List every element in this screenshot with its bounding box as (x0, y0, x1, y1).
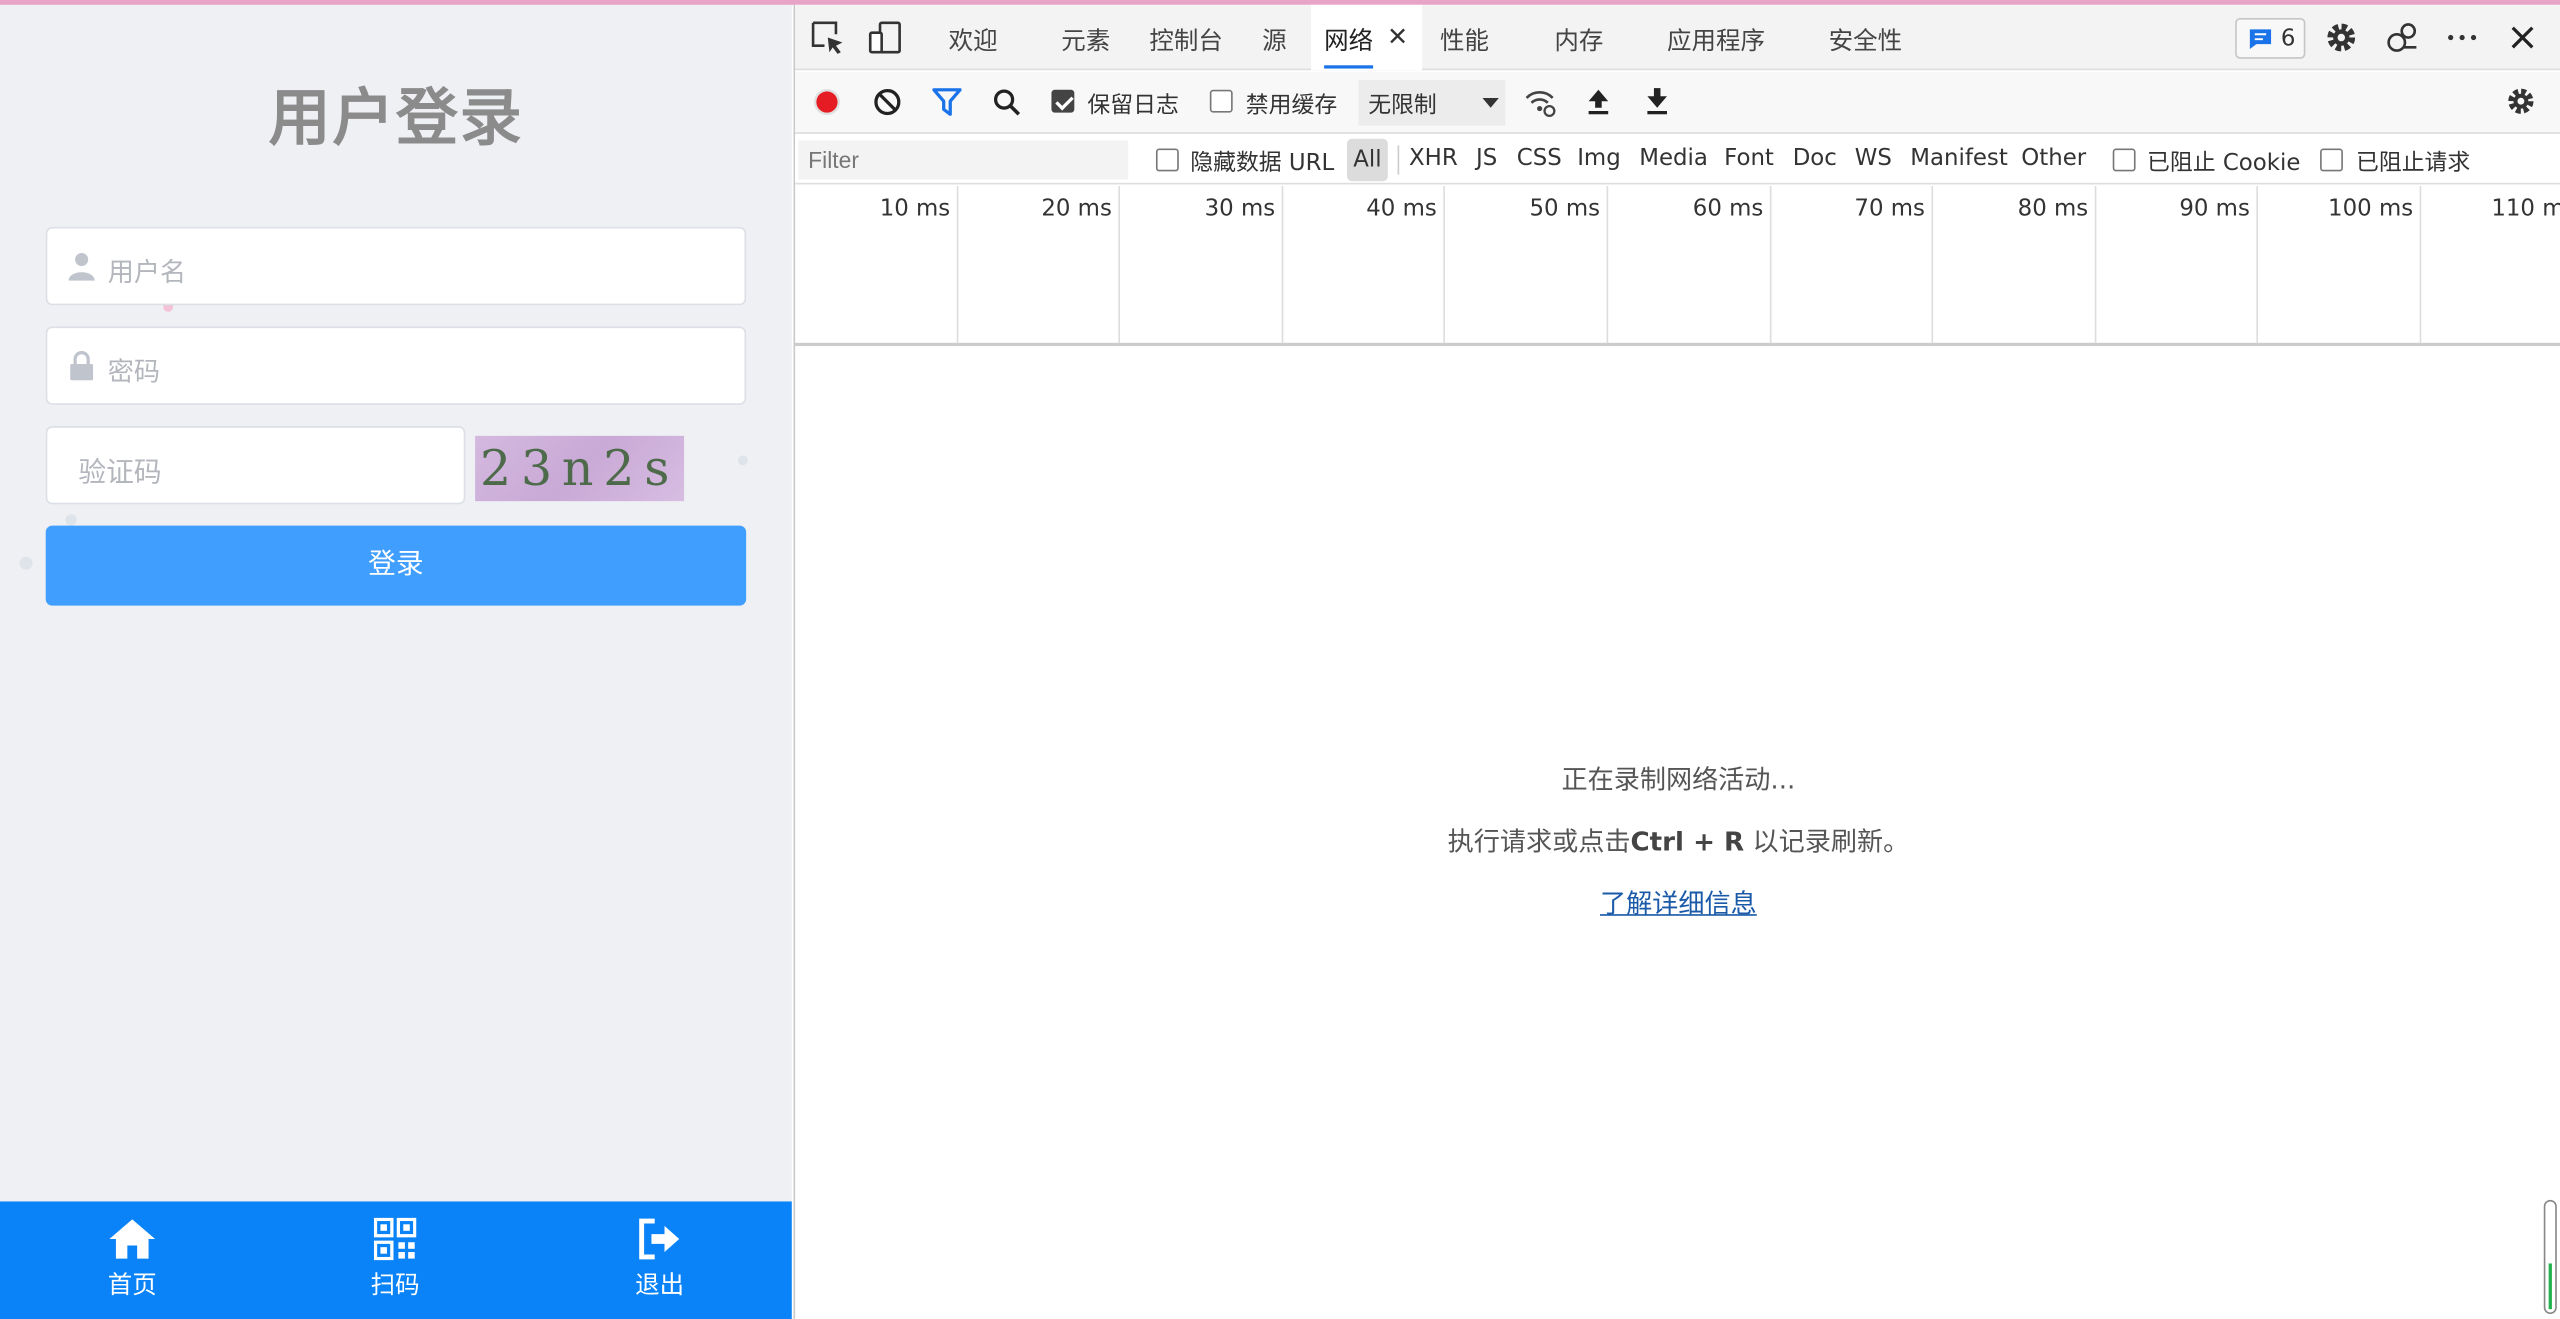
issues-badge[interactable]: 6 (2235, 17, 2306, 59)
logout-icon (639, 1218, 680, 1260)
blocked-cookies-label: 已阻止 Cookie (2147, 150, 2301, 177)
record-icon[interactable] (813, 88, 841, 116)
filter-type-all[interactable]: All (1346, 138, 1388, 182)
clear-icon[interactable] (873, 88, 901, 116)
disable-cache-checkbox[interactable] (1209, 89, 1233, 113)
timeline-tick-label: 110 ms (2491, 195, 2560, 223)
username-placeholder: 用户名 (107, 256, 187, 288)
learn-more-link[interactable]: 了解详细信息 (795, 881, 2560, 920)
filter-type-js[interactable]: JS (1476, 145, 1497, 171)
hide-data-urls-checkbox[interactable] (1155, 148, 1179, 172)
throttling-value: 无限制 (1368, 93, 1437, 120)
preserve-log-checkbox[interactable] (1051, 89, 1075, 113)
search-icon[interactable] (993, 88, 1021, 116)
timeline-tick: 110 ms (795, 186, 2560, 343)
more-options-icon[interactable] (2444, 20, 2480, 56)
customize-icon[interactable] (2384, 20, 2420, 56)
password-placeholder: 密码 (107, 355, 161, 387)
filter-input[interactable] (798, 140, 1129, 180)
password-field[interactable]: 密码 (45, 326, 747, 405)
network-toolbar: 保留日志 禁用缓存 无限制 (795, 71, 2560, 134)
background-dot (65, 514, 77, 526)
devtools-tabbar: 欢迎 元素 控制台 源 网络 性能 内存 应用程序 安全性 6 (795, 4, 2560, 71)
nav-label-home: 首页 (107, 1270, 157, 1300)
tab-memory[interactable]: 内存 (1554, 23, 1603, 57)
export-har-icon[interactable] (1644, 87, 1670, 116)
filter-icon[interactable] (932, 88, 962, 116)
reload-shortcut: Ctrl + R (1630, 825, 1745, 858)
bottom-nav: 首页 扫码 退出 (0, 1201, 792, 1319)
background-dot (737, 455, 748, 466)
recording-empty-state: 正在录制网络活动... 执行请求或点击Ctrl + R 以记录刷新。 了解详细信… (795, 757, 2560, 920)
background-dot (19, 556, 33, 570)
recording-hint: 执行请求或点击Ctrl + R 以记录刷新。 (795, 819, 2560, 858)
hide-data-urls-label: 隐藏数据 URL (1190, 150, 1335, 177)
filter-type-media[interactable]: Media (1639, 145, 1708, 171)
devtools-panel: 欢迎 元素 控制台 源 网络 性能 内存 应用程序 安全性 6 保留日志 禁用缓… (793, 4, 2560, 1319)
inspect-element-icon[interactable] (810, 20, 846, 56)
filter-type-xhr[interactable]: XHR (1409, 145, 1458, 171)
username-field[interactable]: 用户名 (45, 226, 747, 306)
captcha-text: 23n2s (480, 440, 680, 498)
close-devtools-icon[interactable] (2505, 20, 2541, 56)
filter-type-other[interactable]: Other (2021, 145, 2086, 171)
active-tab-indicator (1324, 65, 1374, 69)
qrcode-icon (373, 1217, 417, 1261)
filter-type-font[interactable]: Font (1724, 145, 1774, 171)
chevron-down-icon (1482, 97, 1499, 108)
captcha-image[interactable]: 23n2s (475, 435, 685, 502)
recording-message: 正在录制网络活动... (1561, 763, 1796, 795)
tab-application[interactable]: 应用程序 (1667, 23, 1765, 57)
tab-console[interactable]: 控制台 (1149, 23, 1222, 57)
captcha-placeholder: 验证码 (78, 457, 162, 490)
disable-cache-label: 禁用缓存 (1245, 93, 1338, 120)
nav-label-logout: 退出 (635, 1270, 685, 1300)
tab-performance[interactable]: 性能 (1440, 23, 1489, 57)
nav-item-home[interactable]: 首页 (51, 1218, 214, 1309)
nav-item-scan[interactable]: 扫码 (313, 1217, 476, 1309)
nav-label-scan: 扫码 (370, 1270, 420, 1300)
captcha-input[interactable]: 验证码 (45, 426, 466, 505)
close-tab-icon[interactable] (1389, 28, 1405, 44)
filter-separator (1397, 145, 1400, 175)
network-conditions-icon[interactable] (1523, 85, 1556, 118)
nav-item-logout[interactable]: 退出 (578, 1218, 741, 1309)
settings-icon[interactable] (2323, 20, 2359, 56)
filter-type-doc[interactable]: Doc (1793, 145, 1837, 171)
filter-type-img[interactable]: Img (1577, 145, 1621, 171)
network-overview-timeline[interactable]: 10 ms 20 ms 30 ms 40 ms 50 ms 60 ms 70 ms 80 ms… (795, 186, 2560, 347)
user-icon (68, 253, 95, 281)
blocked-requests-label: 已阻止请求 (2355, 150, 2471, 177)
tab-welcome[interactable]: 欢迎 (949, 23, 998, 57)
device-emulation-icon[interactable] (867, 20, 903, 56)
recording-hint-suffix: 以记录刷新。 (1744, 825, 1910, 858)
tab-sources[interactable]: 源 (1262, 23, 1287, 57)
tab-network[interactable]: 网络 (1324, 23, 1373, 57)
network-settings-icon[interactable] (2505, 85, 2538, 118)
blocked-cookies-checkbox[interactable] (2112, 148, 2136, 172)
blocked-requests-checkbox[interactable] (2320, 148, 2343, 172)
filter-bar: 隐藏数据 URL All XHR JS CSS Img Media Font D… (795, 135, 2560, 185)
lock-icon (70, 350, 94, 381)
scrollbar[interactable] (2543, 1199, 2557, 1315)
throttling-select[interactable]: 无限制 (1358, 79, 1506, 126)
message-icon (2249, 29, 2272, 49)
filter-type-ws[interactable]: WS (1855, 145, 1892, 171)
tab-security[interactable]: 安全性 (1829, 23, 1902, 57)
login-page: 用户登录 用户名 密码 验证码 23n2s 登录 首页 扫码 退出 (0, 4, 792, 1319)
filter-type-css[interactable]: CSS (1517, 145, 1562, 171)
home-icon (109, 1219, 156, 1259)
recording-hint-prefix: 执行请求或点击 (1447, 825, 1631, 858)
login-button[interactable]: 登录 (45, 525, 747, 606)
issues-count: 6 (2280, 26, 2296, 53)
filter-type-manifest[interactable]: Manifest (1910, 145, 2008, 171)
preserve-log-label: 保留日志 (1087, 93, 1179, 120)
import-har-icon[interactable] (1585, 87, 1611, 116)
page-title: 用户登录 (268, 81, 524, 154)
tab-elements[interactable]: 元素 (1061, 23, 1110, 57)
